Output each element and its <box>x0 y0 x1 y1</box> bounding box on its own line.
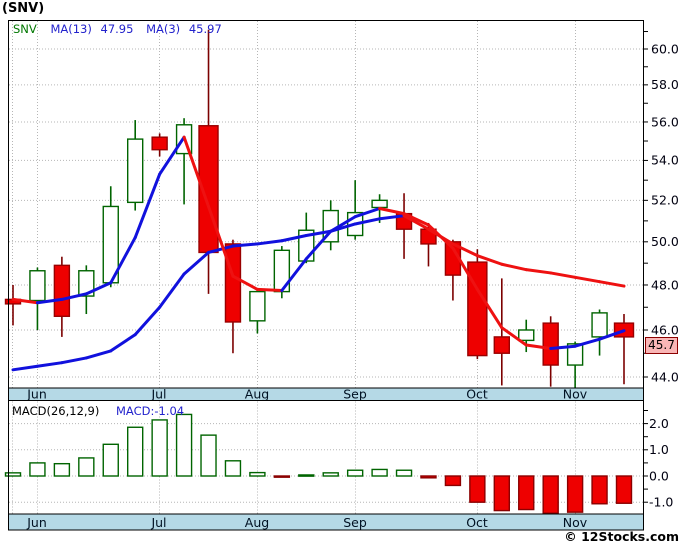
candlesticks <box>4 29 635 388</box>
svg-text:54.0: 54.0 <box>651 153 679 168</box>
svg-text:50.0: 50.0 <box>651 234 679 249</box>
svg-text:Oct: Oct <box>466 387 488 402</box>
svg-text:44.0: 44.0 <box>651 369 679 384</box>
svg-text:56.0: 56.0 <box>651 114 679 129</box>
svg-text:Oct: Oct <box>466 515 488 530</box>
svg-text:1.0: 1.0 <box>649 442 669 457</box>
legend-ma13-value: 47.95 <box>100 22 134 36</box>
legend-ma3-value: 45.97 <box>188 22 222 36</box>
ticker-title: (SNV) <box>2 1 45 16</box>
svg-text:Sep: Sep <box>343 387 367 402</box>
svg-text:Jun: Jun <box>26 515 47 530</box>
svg-text:60.0: 60.0 <box>651 41 679 56</box>
svg-text:Aug: Aug <box>245 515 269 530</box>
price-legend: SNV MA(13) 47.95 MA(3) 45.97 <box>13 22 231 36</box>
legend-ma3-label: MA(3) <box>146 22 181 36</box>
svg-text:58.0: 58.0 <box>651 77 679 92</box>
stock-chart-canvas: Jun Jun Jul Jul Aug Aug Sep Sep Oct Oct Nov Nov 60.0… <box>4 20 679 531</box>
svg-text:2.0: 2.0 <box>649 416 669 431</box>
legend-symbol: SNV <box>13 22 37 36</box>
macd-params-label: MACD(26,12,9) <box>12 404 100 418</box>
svg-text:-1.0: -1.0 <box>649 495 673 510</box>
svg-text:Jul: Jul <box>150 387 166 402</box>
svg-text:52.0: 52.0 <box>651 193 679 208</box>
macd-legend: MACD(26,12,9) MACD:-1.04 <box>12 404 184 418</box>
svg-text:Aug: Aug <box>245 387 269 402</box>
svg-text:Nov: Nov <box>563 515 588 530</box>
copyright-watermark: © 12Stocks.com <box>564 529 679 544</box>
svg-text:48.0: 48.0 <box>651 277 679 292</box>
svg-text:Sep: Sep <box>343 515 367 530</box>
legend-ma13-label: MA(13) <box>50 22 92 36</box>
macd-histogram <box>4 413 633 514</box>
svg-text:Jun: Jun <box>26 387 47 402</box>
right-axis: 60.0 58.0 56.0 54.0 52.0 50.0 48.0 46.0 44.0 2.0 1… <box>643 31 679 510</box>
macd-value-label: MACD:-1.04 <box>116 404 185 418</box>
svg-text:Nov: Nov <box>563 387 588 402</box>
svg-text:46.0: 46.0 <box>651 322 679 337</box>
svg-text:Jul: Jul <box>150 515 166 530</box>
stock-chart-page: Jun Jun Jul Jul Aug Aug Sep Sep Oct Oct Nov Nov 60.0… <box>0 0 680 546</box>
last-price-badge: 45.7 <box>645 337 678 354</box>
svg-text:0.0: 0.0 <box>649 468 669 483</box>
